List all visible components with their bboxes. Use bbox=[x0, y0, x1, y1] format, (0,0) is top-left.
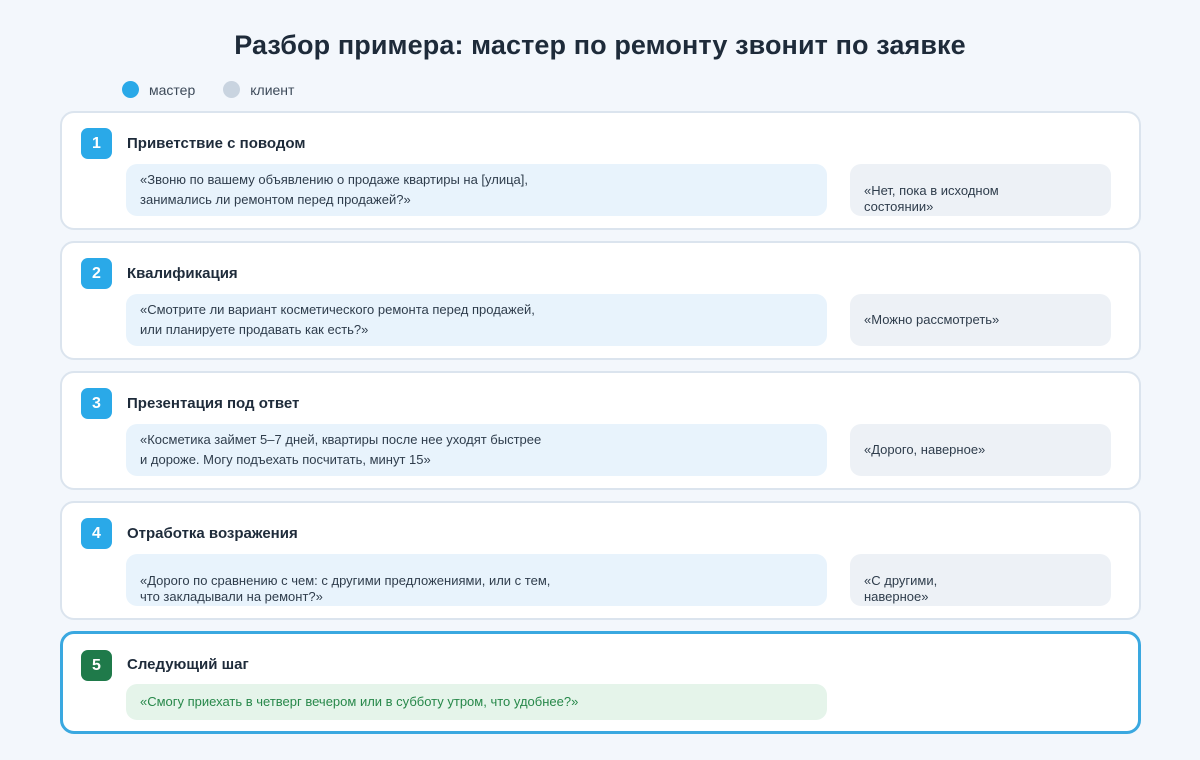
master-line: «Смотрите ли вариант косметического ремо… bbox=[140, 302, 535, 337]
step-title: Отработка возражения bbox=[127, 525, 298, 542]
step-card-5-next-step: 5 Следующий шаг «Смогу приехать в четвер… bbox=[60, 631, 1141, 734]
step-number-badge: 1 bbox=[81, 128, 112, 159]
step-title: Приветствие с поводом bbox=[127, 135, 306, 152]
step-title: Следующий шаг bbox=[127, 656, 249, 673]
client-line: «С другими, наверное» bbox=[864, 573, 938, 604]
client-speech-bubble: «Дорого, наверное» bbox=[850, 424, 1111, 476]
step-number-badge: 5 bbox=[81, 650, 112, 681]
client-line: «Можно рассмотреть» bbox=[864, 312, 1000, 327]
master-line: «Звоню по вашему объявлению о продаже кв… bbox=[140, 172, 529, 207]
step-title: Квалификация bbox=[127, 265, 238, 282]
master-speech-bubble: «Косметика займет 5–7 дней, квартиры пос… bbox=[126, 424, 827, 476]
master-line: «Дорого по сравнению с чем: с другими пр… bbox=[140, 573, 551, 604]
step-card-1: 1 Приветствие с поводом «Звоню по вашему… bbox=[60, 111, 1141, 230]
legend-label-client: клиент bbox=[250, 81, 295, 98]
master-speech-bubble: «Дорого по сравнению с чем: с другими пр… bbox=[126, 554, 827, 606]
page: Разбор примера: мастер по ремонту звонит… bbox=[0, 0, 1200, 760]
next-step-speech-bubble: «Смогу приехать в четверг вечером или в … bbox=[126, 684, 827, 720]
client-line: «Дорого, наверное» bbox=[864, 442, 986, 457]
master-line: «Смогу приехать в четверг вечером или в … bbox=[140, 694, 579, 709]
step-title: Презентация под ответ bbox=[127, 395, 300, 412]
page-title: Разбор примера: мастер по ремонту звонит… bbox=[234, 30, 966, 60]
step-card-2: 2 Квалификация «Смотрите ли вариант косм… bbox=[60, 241, 1141, 360]
legend: мастер клиент bbox=[122, 81, 294, 98]
legend-dot-master bbox=[122, 81, 139, 98]
client-line: «Нет, пока в исходном состоянии» bbox=[864, 183, 999, 214]
step-card-3: 3 Презентация под ответ «Косметика займе… bbox=[60, 371, 1141, 490]
master-speech-bubble: «Звоню по вашему объявлению о продаже кв… bbox=[126, 164, 827, 216]
step-number-badge: 4 bbox=[81, 518, 112, 549]
master-line: «Косметика займет 5–7 дней, квартиры пос… bbox=[140, 432, 542, 467]
step-number-badge: 2 bbox=[81, 258, 112, 289]
legend-item-client: клиент bbox=[223, 81, 294, 98]
step-card-4: 4 Отработка возражения «Дорого по сравне… bbox=[60, 501, 1141, 620]
master-speech-bubble: «Смотрите ли вариант косметического ремо… bbox=[126, 294, 827, 346]
legend-item-master: мастер bbox=[122, 81, 195, 98]
legend-dot-client bbox=[223, 81, 241, 98]
step-number-badge: 3 bbox=[81, 388, 112, 419]
client-speech-bubble: «С другими, наверное» bbox=[850, 554, 1111, 606]
legend-label-master: мастер bbox=[149, 81, 196, 98]
client-speech-bubble: «Нет, пока в исходном состоянии» bbox=[850, 164, 1111, 216]
client-speech-bubble: «Можно рассмотреть» bbox=[850, 294, 1111, 346]
